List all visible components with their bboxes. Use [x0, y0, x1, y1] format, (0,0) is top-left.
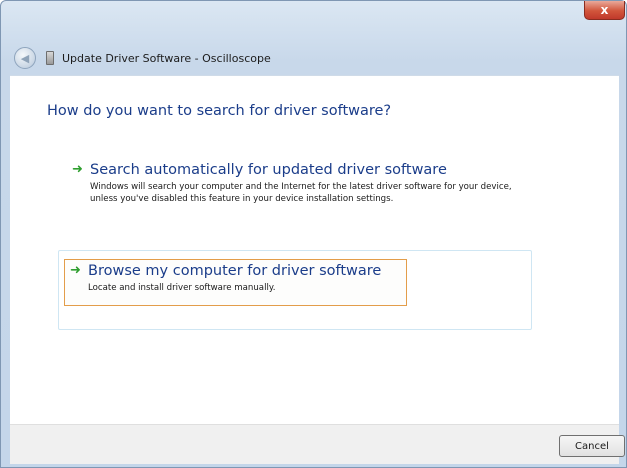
- green-arrow-icon: ➜: [72, 162, 83, 177]
- close-button[interactable]: x: [584, 1, 625, 20]
- device-icon: [46, 51, 54, 65]
- dialog-footer: Cancel: [10, 424, 625, 464]
- page-question: How do you want to search for driver sof…: [47, 103, 392, 119]
- dialog-header: ◀ Update Driver Software - Oscilloscope: [10, 41, 619, 75]
- option-browse-computer[interactable]: ➜ Browse my computer for driver software…: [64, 259, 407, 306]
- dialog-window: x ◀ Update Driver Software - Oscilloscop…: [0, 0, 627, 468]
- option-title: Browse my computer for driver software: [88, 263, 382, 279]
- close-icon: x: [600, 3, 609, 17]
- window-title: Update Driver Software - Oscilloscope: [62, 51, 271, 65]
- green-arrow-icon: ➜: [70, 263, 81, 278]
- option-description: Windows will search your computer and th…: [90, 182, 512, 204]
- cancel-button[interactable]: Cancel: [559, 435, 625, 457]
- back-button[interactable]: ◀: [14, 47, 36, 69]
- option-description: Locate and install driver software manua…: [88, 283, 276, 293]
- option-title: Search automatically for updated driver …: [90, 162, 447, 178]
- content-pane: How do you want to search for driver sof…: [10, 75, 619, 424]
- option-search-automatically[interactable]: ➜ Search automatically for updated drive…: [72, 161, 532, 205]
- back-arrow-icon: ◀: [20, 51, 30, 65]
